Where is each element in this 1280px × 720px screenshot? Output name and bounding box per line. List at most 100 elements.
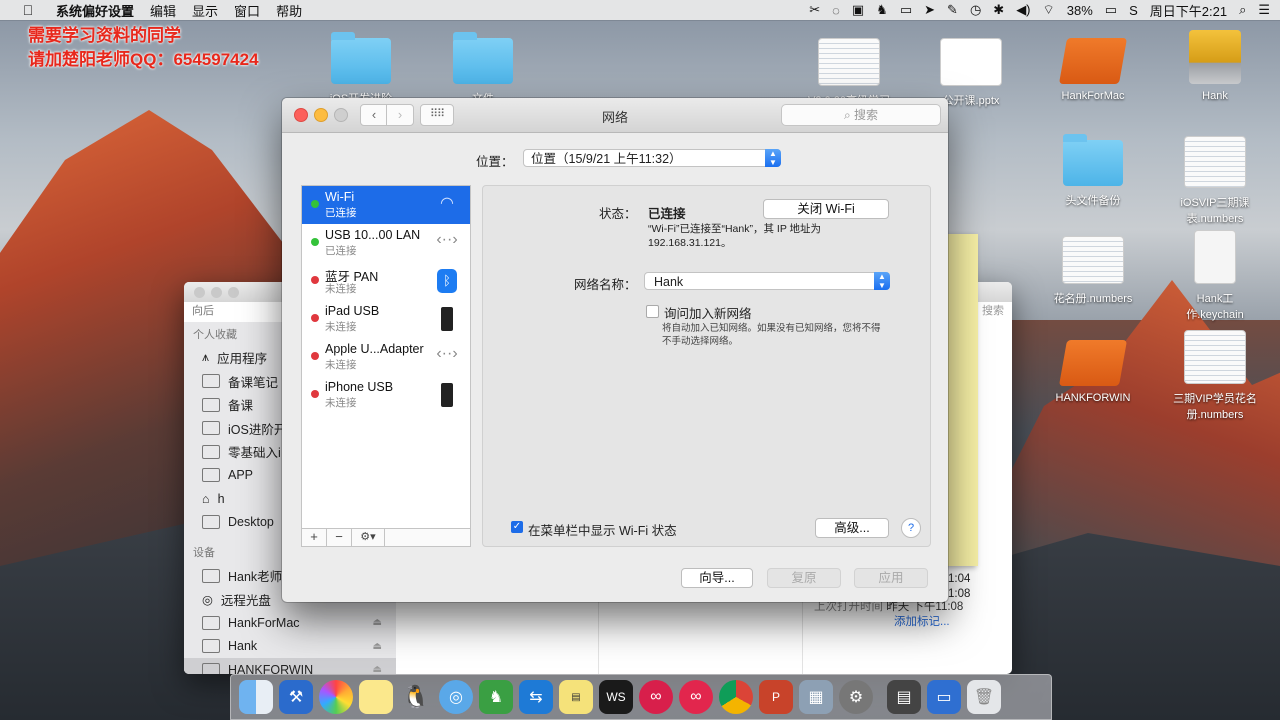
stickies-icon[interactable]: ▤ <box>559 680 593 714</box>
desktop-icon-hank[interactable]: Hank <box>1170 30 1260 102</box>
menubar-clock[interactable]: 周日下午2:21 <box>1150 1 1227 20</box>
display-icon[interactable]: ▭ <box>900 2 912 18</box>
flickr-icon[interactable]: ∞ <box>679 680 713 714</box>
infuse-icon[interactable]: ∞ <box>639 680 673 714</box>
eject-icon[interactable]: ⏏ <box>373 641 382 652</box>
service-bluetooth-pan[interactable]: 蓝牙 PAN 未连接 ᛒ <box>302 262 470 300</box>
desktop-icon-ios-vip-schedule[interactable]: iOSVIP三期课表.numbers <box>1170 136 1260 226</box>
turn-off-wifi-button[interactable]: 关闭 Wi-Fi <box>763 199 889 219</box>
menu-view[interactable]: 显示 <box>192 1 218 20</box>
desktop-icon-label: iOSVIP三期课表.numbers <box>1180 197 1250 225</box>
camera-icon[interactable]: ▣ <box>852 2 864 18</box>
menu-window[interactable]: 窗口 <box>234 1 260 20</box>
spotlight-icon[interactable]: ⌕ <box>1239 2 1246 18</box>
menu-edit[interactable]: 编辑 <box>150 1 176 20</box>
xcode-icon[interactable]: ⚒ <box>279 680 313 714</box>
add-service-button[interactable]: + <box>302 529 327 546</box>
bluetooth-icon: ᛒ <box>437 269 457 293</box>
send-icon[interactable]: ➤ <box>924 2 935 18</box>
popup-arrows-icon: ▲ ▼ <box>874 272 890 290</box>
finder-minimize-button[interactable] <box>211 287 222 298</box>
service-usb-lan[interactable]: USB 10...00 LAN 已连接 ‹··› <box>302 224 470 262</box>
wifi-status-icon[interactable]: ⌔ <box>1043 2 1055 18</box>
service-wifi[interactable]: Wi-Fi 已连接 ◠ <box>302 186 470 224</box>
assist-me-button[interactable]: 向导... <box>681 568 753 588</box>
powerpoint-icon[interactable]: P <box>759 680 793 714</box>
sidebar-item-label: Desktop <box>228 515 274 530</box>
safari-icon[interactable]: ◎ <box>439 680 473 714</box>
desktop-icon-folder-2[interactable]: 文件 <box>438 32 528 106</box>
service-ipad-usb[interactable]: iPad USB 未连接 <box>302 300 470 338</box>
finder-icon[interactable] <box>239 680 273 714</box>
finder-back-label[interactable]: 向后 <box>192 302 214 318</box>
revert-button[interactable]: 复原 <box>767 568 841 588</box>
network-name-value: Hank <box>654 275 684 289</box>
sidebar-item-label: 应用程序 <box>217 352 268 367</box>
help-button[interactable]: ? <box>901 518 921 538</box>
desktop-icon-folder-1[interactable]: iOS开发进阶 <box>316 32 406 106</box>
desktop-icon-vip-roster[interactable]: 三期VIP学员花名册.numbers <box>1170 330 1260 422</box>
desktop-icon-roster[interactable]: 花名册.numbers <box>1048 236 1138 306</box>
ask-join-checkbox[interactable] <box>646 305 659 318</box>
eject-icon[interactable]: ⏏ <box>373 617 382 628</box>
apply-button[interactable]: 应用 <box>854 568 928 588</box>
sidebar-device-hankforwin[interactable]: HANKFORWIN ⏏ <box>184 658 396 674</box>
remove-service-button[interactable]: − <box>327 529 352 546</box>
photos-icon[interactable] <box>319 680 353 714</box>
service-name: Apple U...Adapter <box>325 342 424 356</box>
chrome-icon[interactable] <box>719 680 753 714</box>
menu-app-name[interactable]: 系统偏好设置 <box>56 1 134 20</box>
finder-zoom-button[interactable] <box>228 287 239 298</box>
scissors-icon[interactable]: ✂ <box>809 2 820 18</box>
add-tag-link[interactable]: 添加标记... <box>814 615 963 630</box>
status-value: 已连接 <box>648 207 686 221</box>
folder-icon <box>202 468 220 483</box>
webstorm-icon[interactable]: WS <box>599 680 633 714</box>
service-status: 已连接 <box>325 245 357 257</box>
keynote-icon[interactable]: ▭ <box>927 680 961 714</box>
finder-close-button[interactable] <box>194 287 205 298</box>
eject-icon[interactable]: ⏏ <box>373 664 382 674</box>
status-dot-disconnected <box>311 352 319 360</box>
service-apple-usb-adapter[interactable]: Apple U...Adapter 未连接 ‹··› <box>302 338 470 376</box>
tool-icon[interactable]: ✎ <box>947 2 958 18</box>
desktop-icon-hankformac[interactable]: HankForMac <box>1048 38 1138 102</box>
home-icon: ⌂ <box>202 491 210 506</box>
finder-search-label[interactable]: 搜索 <box>982 302 1004 318</box>
volume-icon[interactable]: ◀) <box>1016 2 1030 18</box>
evernote-status-icon[interactable]: ♞ <box>876 2 888 18</box>
dropbox-icon[interactable]: ◌ <box>832 3 840 18</box>
desktop-icon-header-backup[interactable]: 头文件备份 <box>1048 134 1138 208</box>
sidebar-device-hankformac[interactable]: HankForMac ⏏ <box>184 611 396 635</box>
downloads-icon[interactable]: ▤ <box>887 680 921 714</box>
notification-center-icon[interactable]: ☰ <box>1258 2 1270 18</box>
bluetooth-status-icon[interactable]: ✱ <box>993 2 1004 18</box>
action-menu-button[interactable]: ⚙▾ <box>352 529 385 546</box>
drive-icon <box>202 639 220 654</box>
drive-icon <box>202 615 220 630</box>
advanced-button[interactable]: 高级... <box>815 518 889 538</box>
desktop-icon-hankforwin[interactable]: HANKFORWIN <box>1048 340 1138 404</box>
sidebar-device-hank[interactable]: Hank ⏏ <box>184 635 396 659</box>
service-iphone-usb[interactable]: iPhone USB 未连接 <box>302 376 470 414</box>
search-input[interactable]: ⌕ 搜索 <box>781 104 941 126</box>
battery-percent[interactable]: 38% <box>1067 3 1093 18</box>
evernote-icon[interactable]: ♞ <box>479 680 513 714</box>
teamviewer-icon[interactable]: ⇆ <box>519 680 553 714</box>
time-machine-icon[interactable]: ◷ <box>970 2 981 18</box>
desktop-icon-keychain[interactable]: Hank工作.keychain <box>1170 230 1260 322</box>
notes-icon[interactable] <box>359 680 393 714</box>
input-source-icon[interactable]: S <box>1129 3 1138 18</box>
menu-help[interactable]: 帮助 <box>276 1 302 20</box>
system-preferences-icon[interactable]: ⚙ <box>839 680 873 714</box>
trash-icon[interactable]: 🗑 <box>967 680 1001 714</box>
qq-icon[interactable]: 🐧 <box>399 680 433 714</box>
preview-icon[interactable]: ▦ <box>799 680 833 714</box>
battery-icon[interactable]: ▭ <box>1105 2 1117 18</box>
show-wifi-status-checkbox[interactable]: ✓ <box>511 521 523 533</box>
apple-menu-icon[interactable]:  <box>18 2 38 18</box>
service-name: iPad USB <box>325 304 380 318</box>
ethernet-icon: ‹··› <box>436 345 458 362</box>
location-select[interactable]: 位置（15/9/21 上午11:32） ▲ ▼ <box>523 149 781 167</box>
network-name-select[interactable]: Hank ▲ ▼ <box>644 272 890 290</box>
